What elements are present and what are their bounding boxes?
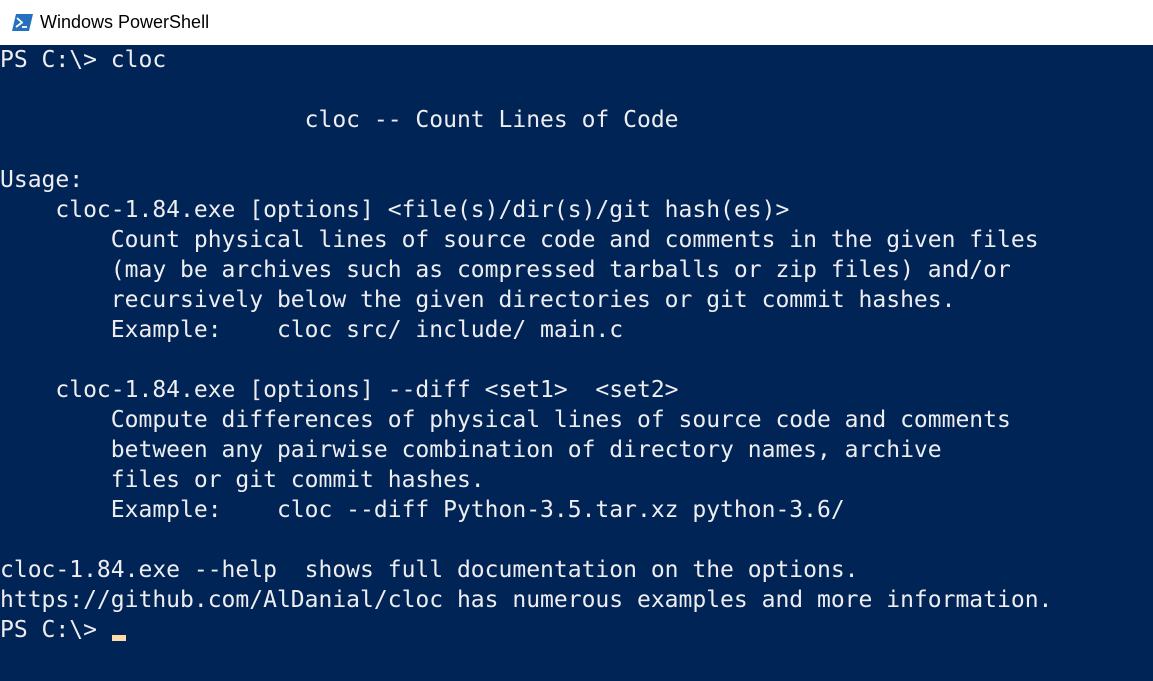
console-line: cloc -- Count Lines of Code — [0, 107, 679, 133]
powershell-window: Windows PowerShell PS C:\> cloc cloc -- … — [0, 0, 1153, 681]
console-line: PS C:\> cloc — [0, 47, 167, 73]
console-line: Example: cloc src/ include/ main.c — [0, 317, 624, 343]
console-line: Compute differences of physical lines of… — [0, 407, 1011, 433]
console-line: cloc-1.84.exe [options] <file(s)/dir(s)/… — [0, 197, 790, 223]
text-cursor — [111, 635, 126, 641]
console-line: cloc-1.84.exe [options] --diff <set1> <s… — [0, 377, 679, 403]
title-bar[interactable]: Windows PowerShell — [0, 0, 1153, 45]
console-line: Example: cloc --diff Python-3.5.tar.xz p… — [0, 497, 845, 523]
console-line: Usage: — [0, 167, 84, 193]
console-line: files or git commit hashes. — [0, 467, 485, 493]
console-line: https://github.com/AlDanial/cloc has num… — [0, 587, 1053, 613]
powershell-icon — [12, 14, 33, 31]
console-line: (may be archives such as compressed tarb… — [0, 257, 1011, 283]
console-line: between any pairwise combination of dire… — [0, 437, 942, 463]
prompt-text: PS C:\> — [0, 617, 111, 643]
console-line: cloc-1.84.exe --help shows full document… — [0, 557, 859, 583]
window-title: Windows PowerShell — [40, 12, 210, 32]
console-line: Count physical lines of source code and … — [0, 227, 1039, 253]
prompt-line[interactable]: PS C:\> — [0, 615, 1153, 645]
console-line: recursively below the given directories … — [0, 287, 956, 313]
console-area[interactable]: PS C:\> cloc cloc -- Count Lines of Code… — [0, 45, 1153, 681]
